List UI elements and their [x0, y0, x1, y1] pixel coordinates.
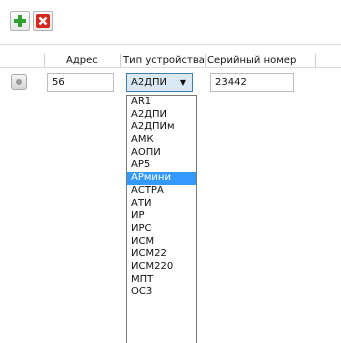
column-separator [120, 54, 121, 67]
chevron-down-icon: ▼ [179, 78, 186, 87]
dropdown-option[interactable]: АСТРА [127, 185, 196, 198]
dropdown-option[interactable]: ИСМ220 [127, 261, 196, 274]
column-separator [44, 54, 45, 67]
dropdown-option[interactable]: А2ДПИ [127, 109, 196, 122]
device-type-value: А2ДПИ [131, 77, 168, 88]
address-field[interactable]: 56 [47, 73, 114, 92]
column-separator [205, 54, 206, 67]
plus-icon [14, 15, 26, 27]
row-status-icon[interactable] [11, 74, 27, 90]
table-row: 56 А2ДПИ ▼ 23442 [0, 70, 341, 94]
dropdown-option[interactable]: ОС3 [127, 286, 196, 299]
column-separator [315, 54, 316, 67]
dropdown-option[interactable]: А2ДПИм [127, 121, 196, 134]
serial-number-field[interactable]: 23442 [210, 73, 294, 92]
column-header-device-type[interactable]: Тип устройства [123, 54, 205, 67]
device-type-combobox[interactable]: А2ДПИ ▼ [126, 73, 193, 92]
toolbar-divider [0, 44, 341, 45]
dropdown-option[interactable]: АТИ [127, 198, 196, 211]
dropdown-option[interactable]: ИСМ22 [127, 248, 196, 261]
delete-device-button[interactable] [33, 11, 53, 31]
dropdown-option[interactable]: AR1 [127, 96, 196, 109]
dropdown-option[interactable]: МПТ [127, 274, 196, 287]
dropdown-option[interactable]: АОПИ [127, 147, 196, 160]
dropdown-option-highlighted[interactable]: АРмини [127, 172, 196, 185]
table-header: Адрес Тип устройства Серийный номер [0, 54, 341, 68]
column-header-address[interactable]: Адрес [66, 54, 98, 67]
dropdown-option[interactable]: АР5 [127, 159, 196, 172]
red-x-icon [36, 14, 50, 28]
add-device-button[interactable] [10, 11, 30, 31]
dropdown-option[interactable]: ИР [127, 210, 196, 223]
column-header-serial[interactable]: Серийный номер [207, 54, 296, 67]
dropdown-option[interactable]: ИРС [127, 223, 196, 236]
dropdown-option[interactable]: АМК [127, 134, 196, 147]
device-type-dropdown-list: AR1 А2ДПИ А2ДПИм АМК АОПИ АР5 АРмини АСТ… [126, 95, 197, 343]
dropdown-option[interactable]: ИСМ [127, 236, 196, 249]
